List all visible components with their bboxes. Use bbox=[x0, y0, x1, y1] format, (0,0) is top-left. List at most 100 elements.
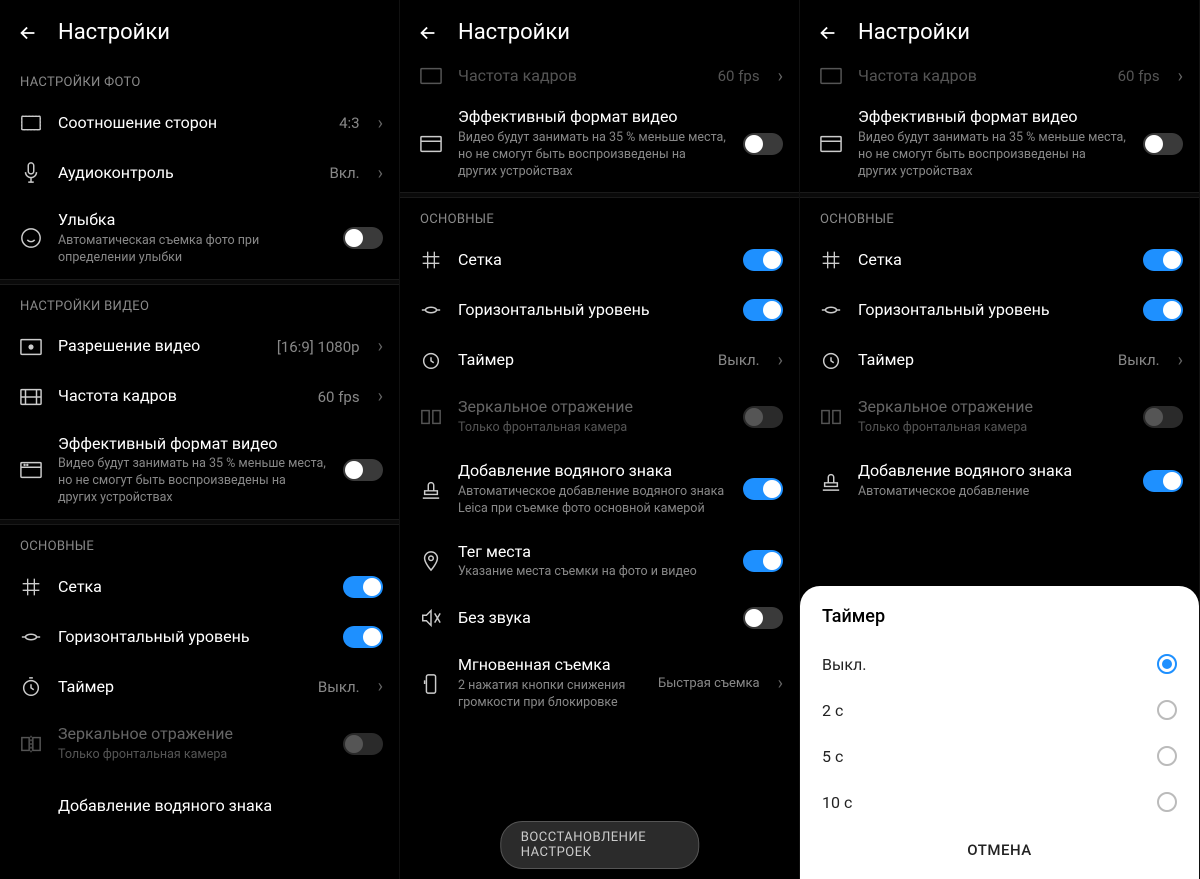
toggle-grid[interactable] bbox=[343, 576, 383, 598]
toggle-watermark[interactable] bbox=[1143, 470, 1183, 492]
row-timer[interactable]: Таймер Выкл. › bbox=[800, 335, 1199, 385]
back-icon[interactable] bbox=[416, 21, 440, 45]
toggle-efficient-video[interactable] bbox=[343, 459, 383, 481]
row-value: Выкл. bbox=[718, 351, 760, 369]
timer-icon bbox=[20, 676, 42, 698]
header: Настройки bbox=[800, 0, 1199, 61]
row-fps-cut[interactable]: Частота кадров 60 fps › bbox=[400, 61, 799, 95]
radio-label: 10 с bbox=[822, 793, 852, 812]
row-label: Добавление водяного знака bbox=[858, 461, 1127, 482]
toggle-grid[interactable] bbox=[1143, 249, 1183, 271]
radio-label: 5 с bbox=[822, 747, 843, 766]
toggle-watermark[interactable] bbox=[743, 478, 783, 500]
row-value: 60 fps bbox=[1118, 67, 1160, 85]
chevron-icon: › bbox=[778, 350, 783, 371]
row-watermark[interactable]: Добавление водяного знака Автоматическое… bbox=[400, 449, 799, 530]
row-watermark[interactable]: Добавление водяного знака bbox=[0, 776, 399, 826]
toggle-efficient-video[interactable] bbox=[1143, 133, 1183, 155]
page-title: Настройки bbox=[458, 20, 570, 45]
back-icon[interactable] bbox=[16, 21, 40, 45]
page-title: Настройки bbox=[58, 20, 170, 45]
row-level[interactable]: Горизонтальный уровень bbox=[0, 612, 399, 662]
row-mute[interactable]: Без звука bbox=[400, 593, 799, 643]
video-format-icon bbox=[420, 133, 442, 155]
row-mirror: Зеркальное отражение Только фронтальная … bbox=[400, 385, 799, 449]
toggle-mirror bbox=[1143, 406, 1183, 428]
toggle-level[interactable] bbox=[743, 299, 783, 321]
aspect-icon bbox=[20, 112, 42, 134]
toggle-mirror bbox=[343, 733, 383, 755]
toggle-level[interactable] bbox=[1143, 299, 1183, 321]
row-sub: Только фронтальная камера bbox=[858, 420, 1127, 437]
row-label: Горизонтальный уровень bbox=[858, 300, 1127, 321]
row-label: Таймер bbox=[458, 350, 702, 371]
restore-button[interactable]: ВОССТАНОВЛЕНИЕ НАСТРОЕК bbox=[500, 821, 700, 869]
row-label: Сетка bbox=[858, 250, 1127, 271]
chevron-icon: › bbox=[1178, 66, 1183, 87]
chevron-icon: › bbox=[1178, 350, 1183, 371]
toggle-smile[interactable] bbox=[343, 227, 383, 249]
row-fps-cut[interactable]: Частота кадров 60 fps › bbox=[800, 61, 1199, 95]
radio-label: Выкл. bbox=[822, 655, 867, 674]
toggle-geotag[interactable] bbox=[743, 550, 783, 572]
row-sub: Указание места съемки на фото и видео bbox=[458, 564, 727, 581]
row-label: Без звука bbox=[458, 608, 727, 629]
row-label: Разрешение видео bbox=[58, 336, 261, 357]
row-instant[interactable]: Мгновенная съемка 2 нажатия кнопки сниже… bbox=[400, 643, 799, 724]
row-level[interactable]: Горизонтальный уровень bbox=[400, 285, 799, 335]
back-icon[interactable] bbox=[816, 21, 840, 45]
chevron-icon: › bbox=[378, 336, 383, 357]
toggle-level[interactable] bbox=[343, 626, 383, 648]
row-label: Эффективный формат видео bbox=[458, 107, 727, 128]
row-label: Эффективный формат видео bbox=[58, 434, 327, 455]
row-label: Частота кадров bbox=[58, 386, 302, 407]
smile-icon bbox=[20, 227, 42, 249]
row-timer[interactable]: Таймер Выкл. › bbox=[0, 662, 399, 712]
settings-panel-2: Настройки Частота кадров 60 fps › Эффект… bbox=[400, 0, 800, 879]
row-watermark[interactable]: Добавление водяного знака Автоматическое… bbox=[800, 449, 1199, 513]
row-smile[interactable]: Улыбка Автоматическая съемка фото при оп… bbox=[0, 198, 399, 279]
row-audio-control[interactable]: Аудиоконтроль Вкл. › bbox=[0, 148, 399, 198]
row-sub: Видео будут занимать на 35 % меньше мест… bbox=[458, 130, 727, 181]
radio-option-2s[interactable]: 2 с bbox=[822, 687, 1177, 733]
radio-option-off[interactable]: Выкл. bbox=[822, 641, 1177, 687]
row-label: Соотношение сторон bbox=[58, 113, 323, 134]
fps-icon bbox=[820, 65, 842, 87]
row-video-resolution[interactable]: Разрешение видео [16:9] 1080p › bbox=[0, 322, 399, 372]
row-label: Мгновенная съемка bbox=[458, 655, 642, 676]
row-mirror: Зеркальное отражение Только фронтальная … bbox=[800, 385, 1199, 449]
grid-icon bbox=[820, 249, 842, 271]
row-efficient-video[interactable]: Эффективный формат видео Видео будут зан… bbox=[800, 95, 1199, 192]
row-efficient-video[interactable]: Эффективный формат видео Видео будут зан… bbox=[400, 95, 799, 192]
row-aspect-ratio[interactable]: Соотношение сторон 4:3 › bbox=[0, 98, 399, 148]
toggle-grid[interactable] bbox=[743, 249, 783, 271]
row-label: Горизонтальный уровень bbox=[58, 627, 327, 648]
radio-option-5s[interactable]: 5 с bbox=[822, 733, 1177, 779]
row-grid[interactable]: Сетка bbox=[800, 235, 1199, 285]
timer-dialog: Таймер Выкл. 2 с 5 с 10 с ОТМЕНА bbox=[800, 586, 1199, 879]
row-label: Таймер bbox=[58, 677, 302, 698]
row-label: Частота кадров bbox=[858, 66, 1102, 87]
toggle-mute[interactable] bbox=[743, 607, 783, 629]
chevron-icon: › bbox=[778, 66, 783, 87]
row-fps[interactable]: Частота кадров 60 fps › bbox=[0, 372, 399, 422]
chevron-icon: › bbox=[378, 386, 383, 407]
row-sub: Автоматическое добавление водяного знака… bbox=[458, 484, 727, 518]
row-grid[interactable]: Сетка bbox=[0, 562, 399, 612]
row-grid[interactable]: Сетка bbox=[400, 235, 799, 285]
row-timer[interactable]: Таймер Выкл. › bbox=[400, 335, 799, 385]
radio-icon bbox=[1157, 700, 1177, 720]
mirror-icon bbox=[20, 733, 42, 755]
level-icon bbox=[20, 626, 42, 648]
section-video: НАСТРОЙКИ ВИДЕО bbox=[0, 285, 399, 322]
row-geotag[interactable]: Тег места Указание места съемки на фото … bbox=[400, 530, 799, 594]
row-level[interactable]: Горизонтальный уровень bbox=[800, 285, 1199, 335]
toggle-efficient-video[interactable] bbox=[743, 133, 783, 155]
cancel-button[interactable]: ОТМЕНА bbox=[822, 825, 1177, 865]
settings-panel-3: Настройки Частота кадров 60 fps › Эффект… bbox=[800, 0, 1200, 879]
row-label: Зеркальное отражение bbox=[458, 397, 727, 418]
row-efficient-video[interactable]: Эффективный формат видео Видео будут зан… bbox=[0, 422, 399, 519]
radio-option-10s[interactable]: 10 с bbox=[822, 779, 1177, 825]
chevron-icon: › bbox=[378, 163, 383, 184]
row-label: Зеркальное отражение bbox=[58, 724, 327, 745]
